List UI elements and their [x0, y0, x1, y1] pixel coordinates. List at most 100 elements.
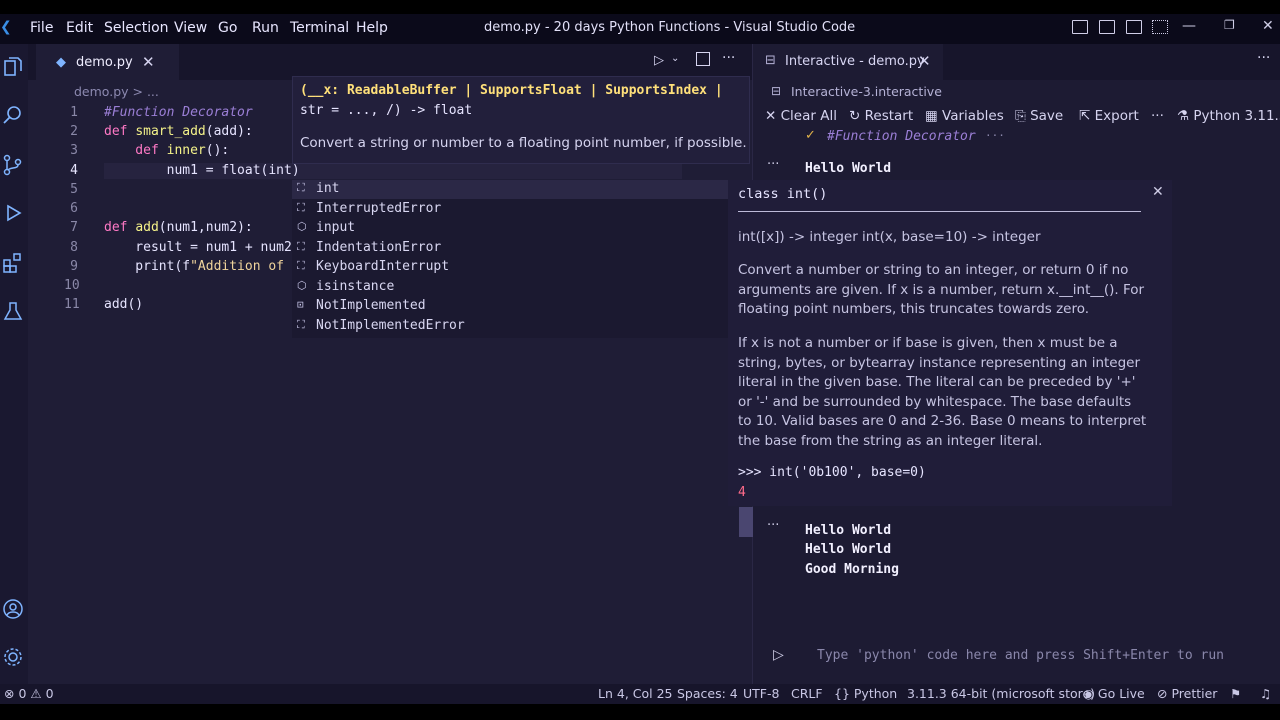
line-number: 3 — [70, 143, 78, 158]
close-tab-icon[interactable]: ✕ — [918, 52, 931, 70]
code-line[interactable]: def inner(): — [104, 143, 229, 158]
string-literal: "Addition of — [190, 259, 285, 274]
kernel-picker-button[interactable]: ⚗ Python 3.11.3 — [1177, 108, 1280, 124]
interactive-file-icon: ⊟ — [771, 84, 782, 98]
save-button[interactable]: ⎘ Save — [1015, 108, 1063, 124]
suggestion-item[interactable]: ⬡ input — [292, 219, 734, 238]
run-dropdown-chevron-icon[interactable]: ⌄ — [671, 53, 679, 64]
code-line[interactable]: def add(num1,num2): — [104, 220, 253, 235]
menu-view[interactable]: View — [174, 20, 207, 36]
run-debug-icon[interactable] — [2, 202, 24, 224]
details-example: >>> int('0b100', base=0) — [738, 465, 926, 480]
interactive-input[interactable]: ▷ Type 'python' code here and press Shif… — [763, 642, 1271, 670]
toggle-primary-sidebar-icon[interactable] — [1072, 20, 1088, 34]
code-line[interactable]: print(f"Addition of — [104, 259, 284, 274]
cell-output: Hello World — [805, 523, 892, 538]
python-interpreter[interactable]: 3.11.3 64-bit (microsoft store) — [907, 686, 1095, 701]
code-comment[interactable]: #Function Decorator — [104, 105, 253, 120]
suggestion-item[interactable]: ⛶ IndentationError — [292, 239, 734, 258]
suggestion-item[interactable]: ⛶ int — [292, 180, 734, 199]
code-line[interactable]: def smart_add(add): — [104, 124, 253, 139]
code-line[interactable]: result = num1 + num2 — [104, 240, 292, 255]
language-mode[interactable]: {} Python — [834, 686, 897, 701]
line-number: 4 — [70, 163, 78, 178]
cell-code[interactable]: #Function Decorator — [827, 129, 976, 144]
cursor-position[interactable]: Ln 4, Col 25 — [598, 686, 673, 701]
encoding[interactable]: UTF-8 — [743, 686, 779, 701]
menu-run[interactable]: Run — [252, 20, 279, 36]
customize-layout-icon[interactable] — [1152, 20, 1168, 34]
menu-go[interactable]: Go — [218, 20, 237, 36]
suggestion-item[interactable]: ⬡ isinstance — [292, 278, 734, 297]
line-number: 6 — [70, 201, 78, 216]
more-toolbar-icon[interactable]: ··· — [1151, 108, 1164, 124]
interactive-toolbar: ✕ Clear All ↻ Restart ▦ Variables ⎘ Save… — [753, 106, 1280, 128]
tab-demo-py[interactable]: ◆ demo.py ✕ — [36, 44, 179, 80]
more-actions-icon[interactable]: ··· — [722, 50, 735, 66]
breadcrumb[interactable]: demo.py > ... — [74, 84, 159, 99]
toggle-secondary-sidebar-icon[interactable] — [1126, 20, 1142, 34]
source-control-icon[interactable] — [2, 154, 24, 176]
indentation[interactable]: Spaces: 4 — [677, 686, 738, 701]
menu-edit[interactable]: Edit — [66, 20, 93, 36]
run-cell-icon[interactable]: ▷ — [773, 647, 784, 663]
go-live-button[interactable]: ◉ Go Live — [1083, 686, 1145, 701]
line-ending[interactable]: CRLF — [791, 686, 823, 701]
accounts-icon[interactable] — [2, 598, 24, 620]
suggestion-item[interactable]: ⛶ InterruptedError — [292, 200, 734, 219]
status-bar: ⊗ 0 ⚠ 0 Ln 4, Col 25 Spaces: 4 UTF-8 CRL… — [0, 684, 1280, 704]
cell-marker — [739, 507, 753, 537]
more-actions-icon[interactable]: ··· — [1257, 50, 1270, 66]
menu-terminal[interactable]: Terminal — [290, 20, 349, 36]
code-text: (num1,num2): — [158, 220, 253, 235]
split-editor-icon[interactable] — [696, 52, 710, 66]
cell-output: Good Morning — [805, 562, 899, 577]
tab-interactive[interactable]: ⊟ Interactive - demo.py ✕ — [753, 44, 943, 80]
menu-file[interactable]: File — [30, 20, 53, 36]
menu-help[interactable]: Help — [356, 20, 388, 36]
kernel-icon: ⚗ — [1177, 108, 1194, 124]
prettier-button[interactable]: ⊘ Prettier — [1157, 686, 1217, 701]
function-icon: ⬡ — [297, 278, 307, 292]
export-button[interactable]: ⇱ Export — [1079, 108, 1139, 124]
cell-output-more-icon[interactable]: ··· — [767, 518, 779, 533]
restart-button[interactable]: ↻ Restart — [849, 108, 913, 124]
menu-selection[interactable]: Selection — [104, 20, 169, 36]
minimize-icon[interactable]: — — [1182, 18, 1196, 34]
suggestion-item[interactable]: ⛶ NotImplementedError — [292, 317, 734, 336]
suggest-widget: ⛶ int ⛶ InterruptedError ⬡ input ⛶ Indentati… — [292, 180, 734, 338]
tab-label: Interactive - demo.py — [785, 54, 925, 69]
search-icon[interactable] — [2, 104, 24, 126]
code-text: (): — [205, 143, 230, 158]
manage-gear-icon[interactable] — [2, 646, 24, 668]
line-number: 5 — [70, 182, 78, 197]
close-icon: ✕ — [765, 108, 781, 124]
interactive-subtitle: Interactive-3.interactive — [791, 84, 942, 99]
interactive-icon: ⊟ — [765, 53, 776, 68]
explorer-icon[interactable] — [2, 56, 24, 78]
activity-bar — [0, 44, 28, 684]
cell-output-more-icon[interactable]: ··· — [767, 157, 779, 172]
braces-icon: {} — [834, 686, 854, 701]
variables-button[interactable]: ▦ Variables — [925, 108, 1004, 124]
close-details-icon[interactable]: ✕ — [1152, 184, 1164, 200]
cell-output: Hello World — [805, 542, 892, 557]
close-window-icon[interactable]: ✕ — [1262, 18, 1274, 34]
restore-icon[interactable]: ❐ — [1224, 18, 1235, 32]
clear-all-button[interactable]: ✕ Clear All — [765, 108, 837, 124]
keyword: def — [104, 124, 136, 139]
suggestion-item[interactable]: ⊡ NotImplemented — [292, 297, 734, 316]
suggestion-item[interactable]: ⛶ KeyboardInterrupt — [292, 258, 734, 277]
class-icon: ⛶ — [297, 259, 305, 272]
extensions-icon[interactable] — [2, 252, 24, 274]
problems-indicator[interactable]: ⊗ 0 ⚠ 0 — [4, 686, 54, 701]
feedback-icon[interactable]: ⚑ — [1230, 686, 1241, 701]
run-file-icon[interactable]: ▷ — [654, 53, 664, 68]
testing-icon[interactable] — [2, 300, 24, 322]
notifications-bell-icon[interactable]: ♫ — [1260, 686, 1271, 701]
vscode-logo-icon: ❮ — [0, 19, 12, 35]
code-line[interactable]: add() — [104, 297, 143, 312]
close-tab-icon[interactable]: ✕ — [142, 53, 155, 71]
toggle-panel-icon[interactable] — [1099, 20, 1115, 34]
code-line-current[interactable]: num1 = float(int) — [104, 163, 300, 178]
